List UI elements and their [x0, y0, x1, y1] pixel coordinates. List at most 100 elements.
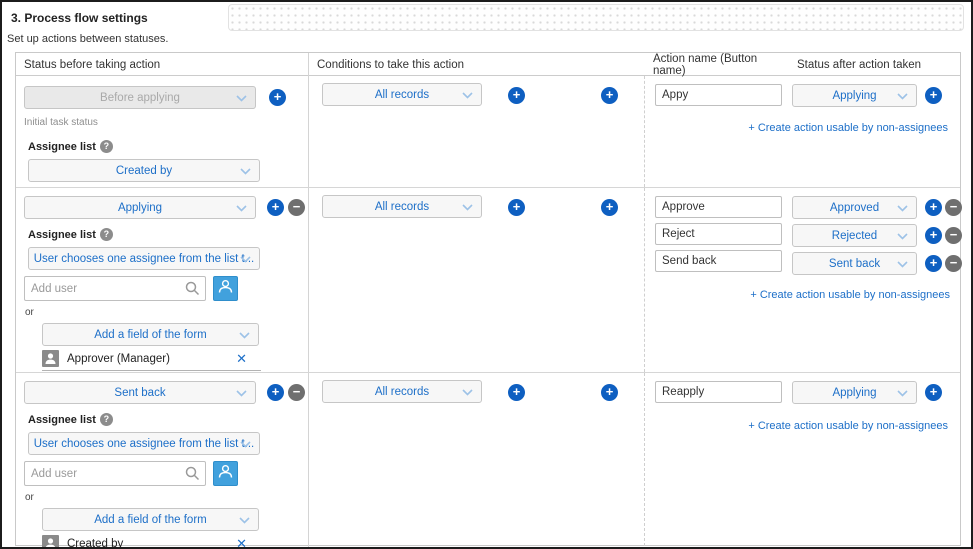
chevron-down-icon	[236, 205, 247, 212]
user-icon	[42, 535, 59, 549]
status-after-value: Applying	[832, 387, 876, 399]
conditions-cell: All records + +	[309, 188, 645, 372]
person-icon	[218, 279, 233, 299]
create-non-assignee-action-link[interactable]: + Create action usable by non-assignees	[748, 122, 948, 134]
add-action-button[interactable]: +	[925, 227, 942, 244]
chevron-down-icon	[462, 92, 473, 99]
process-flow-settings-page: 3. Process flow settings Set up actions …	[0, 0, 973, 549]
add-action-button[interactable]: +	[925, 255, 942, 272]
status-after-select[interactable]: Applying	[792, 84, 917, 107]
add-condition-button[interactable]: +	[508, 87, 525, 104]
close-icon[interactable]: ✕	[236, 351, 247, 367]
add-condition-button[interactable]: +	[508, 384, 525, 401]
remove-action-button[interactable]: −	[945, 199, 962, 216]
chevron-down-icon	[897, 261, 908, 268]
user-icon	[42, 350, 59, 367]
add-condition-button[interactable]: +	[508, 199, 525, 216]
add-field-select[interactable]: Add a field of the form	[42, 323, 259, 346]
chevron-down-icon	[236, 390, 247, 397]
action-name-input[interactable]	[655, 381, 782, 403]
add-condition-group-button[interactable]: +	[601, 199, 618, 216]
initial-status-note: Initial task status	[24, 117, 308, 128]
or-label: or	[25, 307, 308, 318]
remove-status-button[interactable]: −	[288, 384, 305, 401]
status-before-value: Before applying	[100, 92, 180, 104]
add-condition-group-button[interactable]: +	[601, 87, 618, 104]
action-name-input[interactable]	[655, 196, 782, 218]
add-condition-group-button[interactable]: +	[601, 384, 618, 401]
add-action-button[interactable]: +	[925, 384, 942, 401]
tab-process-flow-settings[interactable]: 3. Process flow settings	[2, 2, 228, 33]
status-before-value: Applying	[118, 202, 162, 214]
conditions-cell: All records + +	[309, 76, 645, 187]
action-name-input[interactable]	[655, 223, 782, 245]
select-user-button[interactable]	[213, 461, 238, 486]
status-after-cell: Applying + + Create action usable by non…	[789, 76, 960, 187]
status-before-cell: Before applying + Initial task status As…	[16, 76, 309, 187]
conditions-select[interactable]: All records	[322, 380, 482, 403]
page-subtitle: Set up actions between statuses.	[2, 33, 971, 52]
help-icon[interactable]: ?	[100, 140, 113, 153]
status-after-value: Applying	[832, 90, 876, 102]
status-before-select[interactable]: Applying	[24, 196, 256, 219]
action-name-input[interactable]	[655, 250, 782, 272]
conditions-value: All records	[375, 201, 429, 213]
conditions-value: All records	[375, 386, 429, 398]
conditions-cell: All records + +	[309, 373, 645, 549]
search-icon	[185, 466, 200, 481]
chevron-down-icon	[240, 168, 251, 175]
col-header-status-before: Status before taking action	[16, 53, 309, 77]
add-status-button[interactable]: +	[267, 199, 284, 216]
add-status-button[interactable]: +	[269, 89, 286, 106]
help-icon[interactable]: ?	[100, 228, 113, 241]
action-name-cell	[645, 373, 789, 549]
select-user-button[interactable]	[213, 276, 238, 301]
create-non-assignee-action-link[interactable]: + Create action usable by non-assignees	[750, 289, 950, 301]
add-user-input[interactable]	[24, 461, 206, 486]
conditions-select[interactable]: All records	[322, 195, 482, 218]
status-before-cell: Applying + − Assignee list ? User choose…	[16, 188, 309, 372]
table-row: Sent back + − Assignee list ? User choos…	[16, 372, 960, 545]
col-header-status-after: Status after action taken	[789, 53, 960, 77]
table-row: Before applying + Initial task status As…	[16, 76, 960, 187]
action-name-input[interactable]	[655, 84, 782, 106]
action-name-cell	[645, 188, 789, 372]
chevron-down-icon	[897, 233, 908, 240]
chevron-down-icon	[897, 390, 908, 397]
status-after-select[interactable]: Sent back	[792, 252, 917, 275]
status-after-select[interactable]: Approved	[792, 196, 917, 219]
help-icon[interactable]: ?	[100, 413, 113, 426]
tab-bar-dotted-area	[228, 4, 964, 31]
assignee-field-chip: Approver (Manager) ✕	[42, 350, 261, 371]
tab-bar: 3. Process flow settings	[2, 2, 971, 33]
add-action-button[interactable]: +	[925, 199, 942, 216]
assignee-type-value: User chooses one assignee from the list …	[34, 253, 255, 265]
status-after-select[interactable]: Applying	[792, 381, 917, 404]
remove-action-button[interactable]: −	[945, 255, 962, 272]
assignee-type-select[interactable]: User chooses one assignee from the list …	[28, 247, 260, 270]
status-after-select[interactable]: Rejected	[792, 224, 917, 247]
assignee-list-label: Assignee list	[28, 141, 96, 153]
chevron-down-icon	[240, 256, 251, 263]
remove-action-button[interactable]: −	[945, 227, 962, 244]
status-before-select[interactable]: Sent back	[24, 381, 256, 404]
assignee-type-select[interactable]: User chooses one assignee from the list …	[28, 432, 260, 455]
status-after-cell: Approved + − Rejected + − Sent	[789, 188, 962, 372]
process-flow-table: Status before taking action Conditions t…	[15, 52, 961, 546]
status-before-cell: Sent back + − Assignee list ? User choos…	[16, 373, 309, 549]
assignee-type-select[interactable]: Created by	[28, 159, 260, 182]
col-header-conditions: Conditions to take this action	[309, 53, 645, 77]
chevron-down-icon	[240, 441, 251, 448]
add-user-input[interactable]	[24, 276, 206, 301]
status-before-select[interactable]: Before applying	[24, 86, 256, 109]
conditions-select[interactable]: All records	[322, 83, 482, 106]
add-field-select[interactable]: Add a field of the form	[42, 508, 259, 531]
create-non-assignee-action-link[interactable]: + Create action usable by non-assignees	[748, 420, 948, 432]
search-icon	[185, 281, 200, 296]
status-after-value: Rejected	[832, 230, 877, 242]
add-action-button[interactable]: +	[925, 87, 942, 104]
add-status-button[interactable]: +	[267, 384, 284, 401]
close-icon[interactable]: ✕	[236, 536, 247, 549]
status-after-value: Approved	[830, 202, 879, 214]
remove-status-button[interactable]: −	[288, 199, 305, 216]
